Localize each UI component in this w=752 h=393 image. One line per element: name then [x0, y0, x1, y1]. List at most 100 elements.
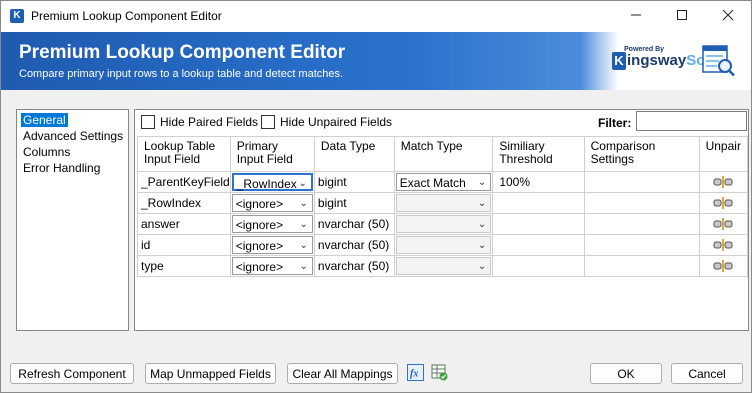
match-type-select[interactable]: ⌄ [395, 257, 492, 275]
app-icon: K [10, 9, 24, 23]
threshold-cell[interactable] [492, 234, 585, 256]
nav-item-error-handling[interactable]: Error Handling [21, 161, 102, 175]
mapping-panel: Hide Paired Fields Hide Unpaired Fields … [134, 109, 749, 331]
filter-input[interactable] [636, 111, 747, 131]
map-unmapped-fields-button[interactable]: Map Unmapped Fields [145, 363, 276, 384]
match-type-select[interactable]: ⌄ [395, 236, 492, 254]
export-mappings-icon[interactable] [431, 364, 448, 381]
hide-unpaired-checkbox[interactable] [261, 115, 275, 129]
table-row: answer <ignore> ⌄ nvarchar (50) ⌄ [137, 213, 749, 235]
close-icon [722, 9, 734, 21]
match-type-select[interactable]: Exact Match ⌄ [395, 173, 492, 191]
primary-field-select[interactable]: _RowIndex ⌄ [231, 173, 313, 191]
threshold-cell[interactable] [492, 192, 585, 214]
chevron-down-icon: ⌄ [477, 177, 487, 188]
datatype-cell: bigint [313, 192, 395, 214]
mapping-table: Lookup Table Input Field Primary Input F… [137, 136, 749, 277]
matchtype-cell: ⌄ [393, 255, 494, 277]
col-header-datatype: Data Type [313, 136, 395, 172]
chevron-down-icon: ⌄ [477, 219, 487, 230]
minimize-icon [631, 14, 641, 16]
lookup-field-cell: answer [137, 213, 231, 235]
matchtype-cell: ⌄ [393, 213, 494, 235]
chevron-down-icon: ⌄ [299, 261, 308, 272]
chevron-down-icon: ⌄ [477, 261, 487, 272]
datatype-cell: nvarchar (50) [313, 213, 395, 235]
comparison-cell[interactable] [583, 213, 700, 235]
mapping-toolbar: Hide Paired Fields Hide Unpaired Fields … [135, 110, 748, 136]
clear-all-mappings-button[interactable]: Clear All Mappings [287, 363, 398, 384]
primary-field-select[interactable]: <ignore> ⌄ [231, 215, 313, 233]
lookup-field-cell: _RowIndex [137, 192, 231, 214]
datatype-cell: nvarchar (50) [313, 255, 395, 277]
settings-nav: General Advanced Settings Columns Error … [16, 109, 129, 331]
primary-field-select[interactable]: <ignore> ⌄ [231, 236, 313, 254]
window-title: Premium Lookup Component Editor [31, 9, 222, 23]
banner-title: Premium Lookup Component Editor [19, 42, 346, 63]
threshold-cell[interactable] [492, 255, 585, 277]
comparison-cell[interactable] [583, 255, 700, 277]
primary-field-cell: _RowIndex ⌄ [229, 171, 315, 193]
unpair-cell [698, 192, 749, 214]
header-banner: Premium Lookup Component Editor Compare … [1, 32, 751, 90]
cancel-button[interactable]: Cancel [671, 363, 743, 384]
refresh-component-button[interactable]: Refresh Component [10, 363, 134, 384]
chevron-down-icon: ⌄ [298, 178, 307, 189]
title-bar: K Premium Lookup Component Editor [1, 1, 751, 32]
match-type-select[interactable]: ⌄ [395, 215, 492, 233]
unpair-icon[interactable] [713, 197, 733, 209]
unpair-cell [698, 213, 749, 235]
col-header-primary: Primary Input Field [229, 136, 315, 172]
unpair-icon[interactable] [713, 176, 733, 188]
table-row: id <ignore> ⌄ nvarchar (50) ⌄ [137, 234, 749, 256]
maximize-button[interactable] [659, 1, 705, 32]
matchtype-cell: ⌄ [393, 234, 494, 256]
threshold-cell[interactable]: 100% [492, 171, 585, 193]
lookup-field-cell: type [137, 255, 231, 277]
comparison-cell[interactable] [583, 192, 700, 214]
primary-field-cell: <ignore> ⌄ [229, 234, 315, 256]
col-header-unpair: Unpair [698, 136, 749, 172]
hide-paired-label: Hide Paired Fields [160, 115, 259, 129]
col-header-matchtype: Match Type [393, 136, 494, 172]
unpair-icon[interactable] [713, 218, 733, 230]
nav-item-columns[interactable]: Columns [21, 145, 72, 159]
table-header-row: Lookup Table Input Field Primary Input F… [137, 136, 749, 172]
unpair-icon[interactable] [713, 260, 733, 272]
ok-button[interactable]: OK [590, 363, 662, 384]
nav-item-general[interactable]: General [21, 113, 68, 127]
svg-text:fx: fx [410, 369, 418, 380]
threshold-cell[interactable] [492, 213, 585, 235]
filter-label: Filter: [598, 116, 632, 130]
unpair-cell [698, 171, 749, 193]
nav-item-advanced-settings[interactable]: Advanced Settings [21, 129, 125, 143]
match-type-select[interactable]: ⌄ [395, 194, 492, 212]
lookup-field-cell: _ParentKeyField [137, 171, 231, 193]
table-row: _RowIndex <ignore> ⌄ bigint ⌄ [137, 192, 749, 214]
comparison-cell[interactable] [583, 171, 700, 193]
primary-field-select[interactable]: <ignore> ⌄ [231, 194, 313, 212]
chevron-down-icon: ⌄ [299, 198, 308, 209]
datatype-cell: bigint [313, 171, 395, 193]
chevron-down-icon: ⌄ [299, 219, 308, 230]
matchtype-cell: Exact Match ⌄ [393, 171, 494, 193]
table-row: type <ignore> ⌄ nvarchar (50) ⌄ [137, 255, 749, 277]
col-header-threshold: Similiary Threshold [492, 136, 585, 172]
col-header-comparison: Comparison Settings [583, 136, 700, 172]
primary-field-select[interactable]: <ignore> ⌄ [231, 257, 313, 275]
minimize-button[interactable] [613, 1, 659, 32]
primary-field-cell: <ignore> ⌄ [229, 213, 315, 235]
editor-window: K Premium Lookup Component Editor Premiu… [0, 0, 752, 393]
close-button[interactable] [705, 1, 751, 32]
banner-subtitle: Compare primary input rows to a lookup t… [19, 68, 344, 80]
hide-paired-checkbox[interactable] [141, 115, 155, 129]
unpair-cell [698, 255, 749, 277]
chevron-down-icon: ⌄ [299, 240, 308, 251]
matchtype-cell: ⌄ [393, 192, 494, 214]
primary-field-cell: <ignore> ⌄ [229, 192, 315, 214]
expression-fx-icon[interactable]: fx [407, 364, 424, 381]
table-row: _ParentKeyField _RowIndex ⌄ bigint Exact … [137, 171, 749, 193]
comparison-cell[interactable] [583, 234, 700, 256]
unpair-icon[interactable] [713, 239, 733, 251]
logo-k-mark: K [612, 52, 626, 70]
